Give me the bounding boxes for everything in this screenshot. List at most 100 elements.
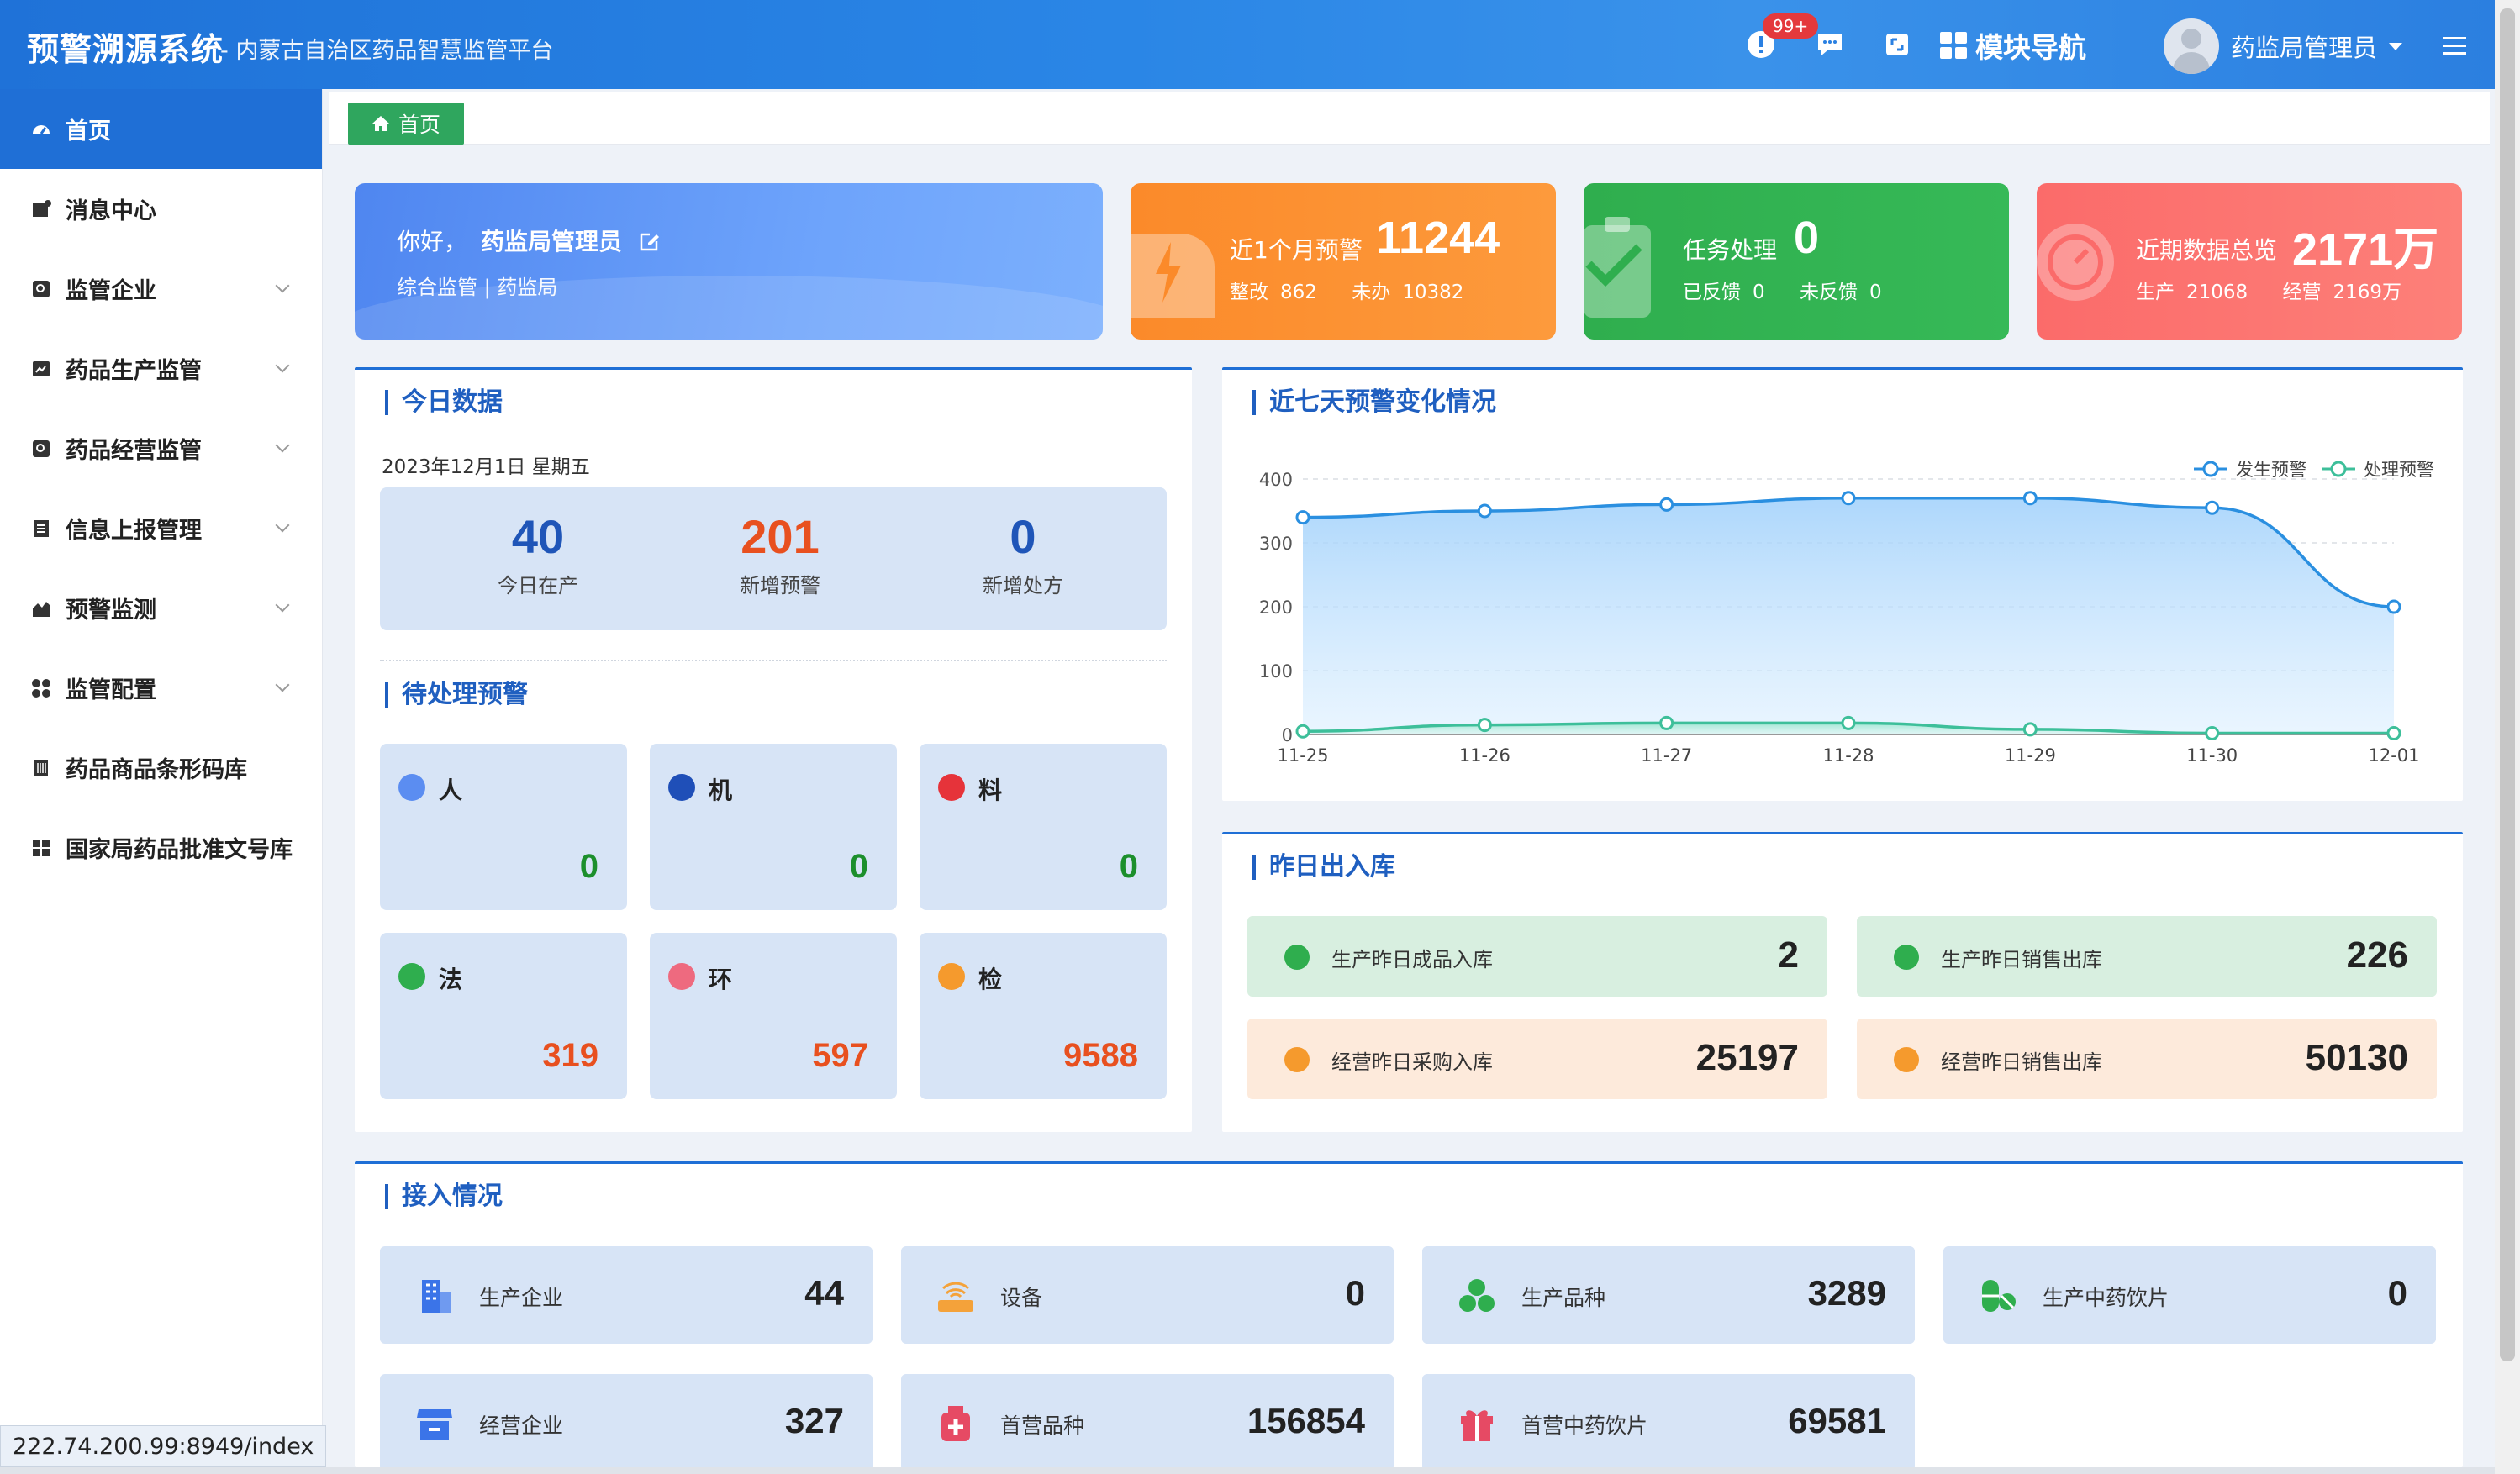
user-menu[interactable]: 药监局管理员: [2164, 18, 2403, 74]
legend-label: 处理预警: [2364, 460, 2434, 480]
message-icon: [30, 198, 52, 220]
today-title: 今日数据: [385, 390, 503, 415]
stat-card-overview[interactable]: 近期数据总览 2171万 生产 21068 经营 2169万: [2037, 183, 2462, 340]
today-data-card: 今日数据 2023年12月1日 星期五 40 今日在产 201 新增预警 0 新…: [355, 367, 1192, 1132]
edit-icon[interactable]: [638, 229, 662, 253]
today-stat[interactable]: 0 新增处方: [939, 509, 1107, 598]
brand-subtitle: - 内蒙古自治区药品智慧监管平台: [220, 38, 554, 64]
sidebar-item-message[interactable]: 消息中心: [0, 169, 322, 249]
pending-item[interactable]: 法 319: [380, 933, 627, 1099]
module-nav-button[interactable]: 模块导航: [1940, 25, 2086, 66]
barcode-icon: [30, 757, 52, 779]
data-point: [1295, 724, 1310, 739]
chevron-down-icon: [275, 278, 290, 293]
legend-marker: [2330, 461, 2347, 477]
pending-title: 待处理预警: [385, 682, 528, 708]
chevron-down-icon: [275, 438, 290, 453]
divider: [380, 660, 1167, 661]
capsule-icon: [1982, 1280, 2016, 1312]
welcome-sub: 综合监管 | 药监局: [397, 276, 558, 299]
chevron-down-icon: [2389, 42, 2403, 50]
router-icon: [938, 1282, 973, 1312]
pending-item[interactable]: 料0: [920, 744, 1167, 910]
chat-icon[interactable]: [1814, 29, 1846, 61]
stat-value: 11244: [1376, 213, 1500, 263]
chevron-down-icon: [275, 358, 290, 373]
welcome-card: 你好， 药监局管理员 综合监管 | 药监局: [355, 183, 1103, 340]
stat-card-warning[interactable]: 近1个月预警 11244 整改 862 未办 10382: [1131, 183, 1556, 340]
data-point: [2386, 725, 2401, 740]
pending-item[interactable]: 机0: [650, 744, 897, 910]
data-point: [1841, 491, 1856, 506]
sidebar: 首页 消息中心 监管企业 药品生产监管 药品经营监管 信息上报管理 预警监测 监…: [0, 89, 323, 1474]
today-stat[interactable]: 201 新增预警: [696, 509, 864, 598]
access-card: 接入情况 生产企业 44 设备 0 生产品种 3289 生产中药饮片 0 经营企业 327…: [355, 1161, 2463, 1471]
trend-chart[interactable]: 0 100 200 300 400 11-25 11-26 11-27 11-28 11-29 11…: [1222, 370, 2463, 798]
chevron-down-icon: [275, 518, 290, 533]
data-point: [1295, 510, 1310, 525]
x-tick-label: 11-26: [1459, 745, 1510, 766]
io-item[interactable]: 经营昨日销售出库 50130: [1857, 1019, 2437, 1099]
license-icon: [30, 837, 52, 859]
access-item[interactable]: 生产企业 44: [380, 1246, 873, 1344]
data-point: [2022, 491, 2038, 506]
data-point: [2022, 722, 2038, 737]
today-summary-box: 40 今日在产 201 新增预警 0 新增处方: [380, 487, 1167, 630]
tab-home[interactable]: 首页: [348, 103, 465, 145]
scrollbar-thumb[interactable]: [2500, 8, 2515, 1361]
welcome-greeting: 你好， 药监局管理员: [397, 224, 662, 257]
sidebar-item-report[interactable]: 信息上报管理: [0, 488, 322, 568]
sidebar-item-barcode[interactable]: 药品商品条形码库: [0, 728, 322, 808]
pending-item[interactable]: 环 597: [650, 933, 897, 1099]
lightning-icon: [1131, 234, 1215, 318]
io-item[interactable]: 经营昨日采购入库 25197: [1247, 1019, 1827, 1099]
y-tick-label: 100: [1259, 661, 1293, 682]
menu-icon[interactable]: [2443, 37, 2466, 60]
sidebar-item-config[interactable]: 监管配置: [0, 648, 322, 728]
avatar: [2164, 18, 2219, 74]
horizontal-scrollbar[interactable]: [0, 1467, 2495, 1474]
page-scrollbar[interactable]: [2495, 0, 2520, 1474]
medkit-icon: [941, 1406, 970, 1441]
access-item[interactable]: 经营企业 327: [380, 1374, 873, 1471]
data-point: [2205, 500, 2220, 515]
fullscreen-icon[interactable]: [1881, 29, 1913, 61]
sidebar-item-business[interactable]: 药品经营监管: [0, 408, 322, 488]
clipboard-check-icon: [1584, 217, 1651, 318]
x-tick-label: 11-25: [1277, 745, 1328, 766]
access-item[interactable]: 首营品种 156854: [901, 1374, 1394, 1471]
y-tick-label: 0: [1282, 725, 1293, 745]
sidebar-item-production[interactable]: 药品生产监管: [0, 329, 322, 408]
sidebar-item-monitor[interactable]: 预警监测: [0, 568, 322, 648]
pending-item[interactable]: 人0: [380, 744, 627, 910]
grid-icon: [1940, 32, 1967, 59]
home-icon: [372, 116, 389, 131]
sidebar-item-license[interactable]: 国家局药品批准文号库: [0, 808, 322, 887]
brand-title: 预警溯源系统: [27, 31, 224, 68]
x-tick-label: 11-28: [1822, 745, 1874, 766]
chevron-down-icon: [275, 677, 290, 692]
access-item[interactable]: 设备 0: [901, 1246, 1394, 1344]
monitor-icon: [30, 597, 52, 619]
pending-item[interactable]: 检 9588: [920, 933, 1167, 1099]
sidebar-item-home[interactable]: 首页: [0, 89, 322, 169]
io-item[interactable]: 生产昨日成品入库 2: [1247, 916, 1827, 997]
data-point: [1477, 503, 1492, 519]
data-point: [1477, 718, 1492, 733]
stat-card-task[interactable]: 任务处理 0 已反馈 0 未反馈 0: [1584, 183, 2009, 340]
access-item[interactable]: 首营中药饮片 69581: [1422, 1374, 1915, 1471]
data-point: [2386, 599, 2401, 614]
series-area: [1303, 497, 2394, 734]
io-item[interactable]: 生产昨日销售出库 226: [1857, 916, 2437, 997]
today-stat[interactable]: 40 今日在产: [454, 509, 622, 598]
y-tick-label: 400: [1259, 470, 1293, 490]
gauge-icon: [2037, 224, 2114, 301]
sidebar-item-company[interactable]: 监管企业: [0, 249, 322, 329]
user-name: 药监局管理员: [2231, 34, 2378, 62]
access-item[interactable]: 生产品种 3289: [1422, 1246, 1915, 1344]
access-item[interactable]: 生产中药饮片 0: [1943, 1246, 2436, 1344]
yesterday-title: 昨日出入库: [1252, 855, 1395, 880]
business-icon: [30, 438, 52, 460]
status-bar-url: 222.74.200.99:8949/index: [0, 1425, 327, 1467]
data-point: [2205, 725, 2220, 740]
